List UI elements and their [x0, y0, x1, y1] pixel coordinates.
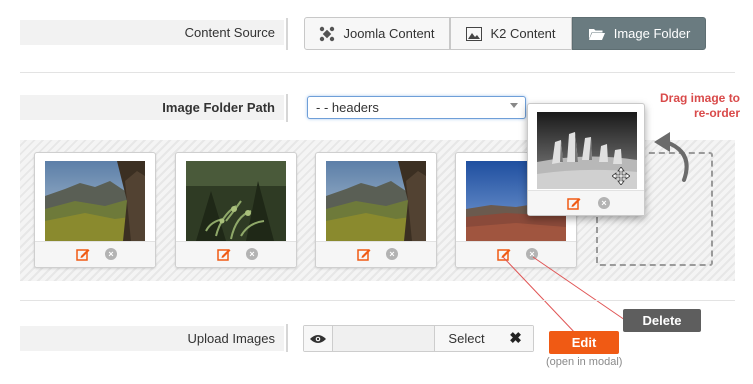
preview-toggle[interactable]	[304, 326, 333, 351]
delete-callout: Delete	[623, 309, 701, 332]
edit-note: (open in modal)	[546, 356, 623, 368]
upload-field[interactable]: Select ✖	[303, 325, 534, 352]
upload-path-input[interactable]	[333, 326, 434, 351]
upload-images-label: Upload Images	[187, 331, 275, 346]
edit-callout: Edit	[549, 331, 619, 354]
eye-icon	[310, 335, 326, 343]
divider	[286, 324, 288, 352]
clear-button[interactable]: ✖	[498, 326, 533, 351]
row-divider	[20, 300, 735, 301]
select-button[interactable]: Select	[434, 326, 499, 351]
